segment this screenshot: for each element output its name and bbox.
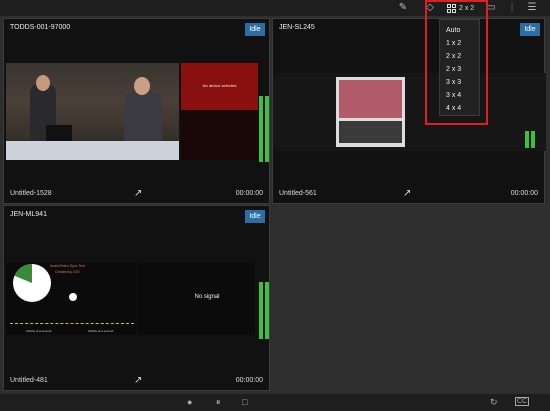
sync-pie [13, 264, 51, 302]
tile-title: JEN-ML941 [10, 211, 47, 218]
layout-option-4x4[interactable]: 4 x 4 [446, 105, 461, 112]
desk [6, 141, 179, 160]
tile-title: JEN-SL245 [279, 24, 315, 31]
screen-lower [339, 121, 402, 143]
recording-time: 00:00:00 [510, 190, 538, 197]
video-tile-2[interactable]: JEN-SL245 Idle ↗ Untitled-561 00:00:00 [272, 18, 546, 204]
layout-option-auto[interactable]: Auto [446, 27, 460, 34]
screen-content [339, 80, 402, 118]
video-preview [6, 63, 179, 160]
sync-test-panel: Audio/Video Sync Test Created by D20 100… [6, 263, 137, 335]
no-signal-panel: No signal [138, 263, 255, 335]
layout-option-1x2[interactable]: 1 x 2 [446, 40, 461, 47]
recording-time: 00:00:00 [235, 377, 263, 384]
video-preview [273, 73, 546, 151]
tick-label-right: 100ths of a second [88, 329, 114, 333]
diamond-icon[interactable]: ◇ [425, 2, 435, 14]
grid-icon [447, 3, 456, 13]
layout-dropdown: Auto 1 x 2 2 x 2 2 x 3 3 x 3 3 x 4 4 x 4 [439, 19, 480, 116]
meter-bar-right [265, 96, 269, 162]
meter-bar-left [259, 96, 263, 162]
no-signal-text: No signal [194, 294, 220, 300]
layout-label: 2 x 2 [459, 4, 475, 12]
record-icon[interactable]: ● [187, 397, 192, 407]
layout-option-2x3[interactable]: 2 x 3 [446, 66, 461, 73]
pause-icon[interactable]: ⏸ [216, 397, 221, 408]
status-badge: Idle [245, 23, 265, 36]
list-settings-icon[interactable]: ☰ [526, 2, 538, 14]
created-by-text: Created by D20 [55, 270, 80, 274]
layout-option-3x3[interactable]: 3 x 3 [446, 79, 461, 86]
sync-dot [69, 293, 77, 301]
expand-arrow-icon[interactable]: ↗ [403, 188, 411, 199]
laptop [46, 125, 72, 141]
expand-arrow-icon[interactable]: ↗ [134, 188, 142, 199]
meter-bar-left [525, 131, 529, 148]
top-toolbar: ✎ ◇ 2 x 2 ▭ | ☰ [0, 0, 550, 16]
status-badge: Idle [520, 23, 540, 36]
pencil-icon[interactable]: ✎ [398, 2, 408, 14]
audio-meter [259, 96, 269, 162]
screen-frame [336, 77, 405, 147]
recording-name: Untitled-481 [10, 377, 48, 384]
meter-bar-right [531, 131, 535, 148]
layout-button[interactable]: 2 x 2 [447, 1, 475, 15]
meter-bar-left [259, 282, 263, 339]
tile-title: TODDS-001-97000 [10, 24, 71, 31]
no-device-text: No device selected [202, 83, 237, 88]
sync-test-text: Audio/Video Sync Test [50, 264, 85, 268]
audio-meter [259, 282, 269, 339]
audio-meter [525, 131, 535, 148]
status-badge: Idle [245, 210, 265, 223]
tick-label-left: 100ths of a second [26, 329, 52, 333]
separator: | [510, 2, 514, 13]
person-right-head [134, 77, 150, 95]
video-tile-3[interactable]: JEN-ML941 Idle Audio/Video Sync Test Cre… [3, 205, 270, 391]
recording-time: 00:00:00 [235, 190, 263, 197]
refresh-icon[interactable]: ↻ [490, 397, 498, 408]
cast-icon[interactable]: ▭ [485, 2, 497, 14]
recording-name: Untitled-1528 [10, 190, 52, 197]
expand-arrow-icon[interactable]: ↗ [134, 375, 142, 386]
person-left-head [36, 75, 50, 91]
captions-icon[interactable]: CC [515, 397, 530, 406]
bottom-toolbar: ● ⏸ □ ↻ CC [0, 394, 550, 411]
stop-icon[interactable]: □ [242, 397, 247, 407]
no-device-panel: No device selected [181, 63, 258, 160]
layout-option-2x2[interactable]: 2 x 2 [446, 53, 461, 60]
empty-tile-slot [272, 205, 545, 391]
video-tile-1[interactable]: TODDS-001-97000 Idle No device selected … [3, 18, 270, 204]
layout-option-3x4[interactable]: 3 x 4 [446, 92, 461, 99]
recording-name: Untitled-561 [279, 190, 317, 197]
no-device-red: No device selected [181, 63, 258, 110]
tick-ruler [10, 323, 134, 328]
meter-bar-right [265, 282, 269, 339]
